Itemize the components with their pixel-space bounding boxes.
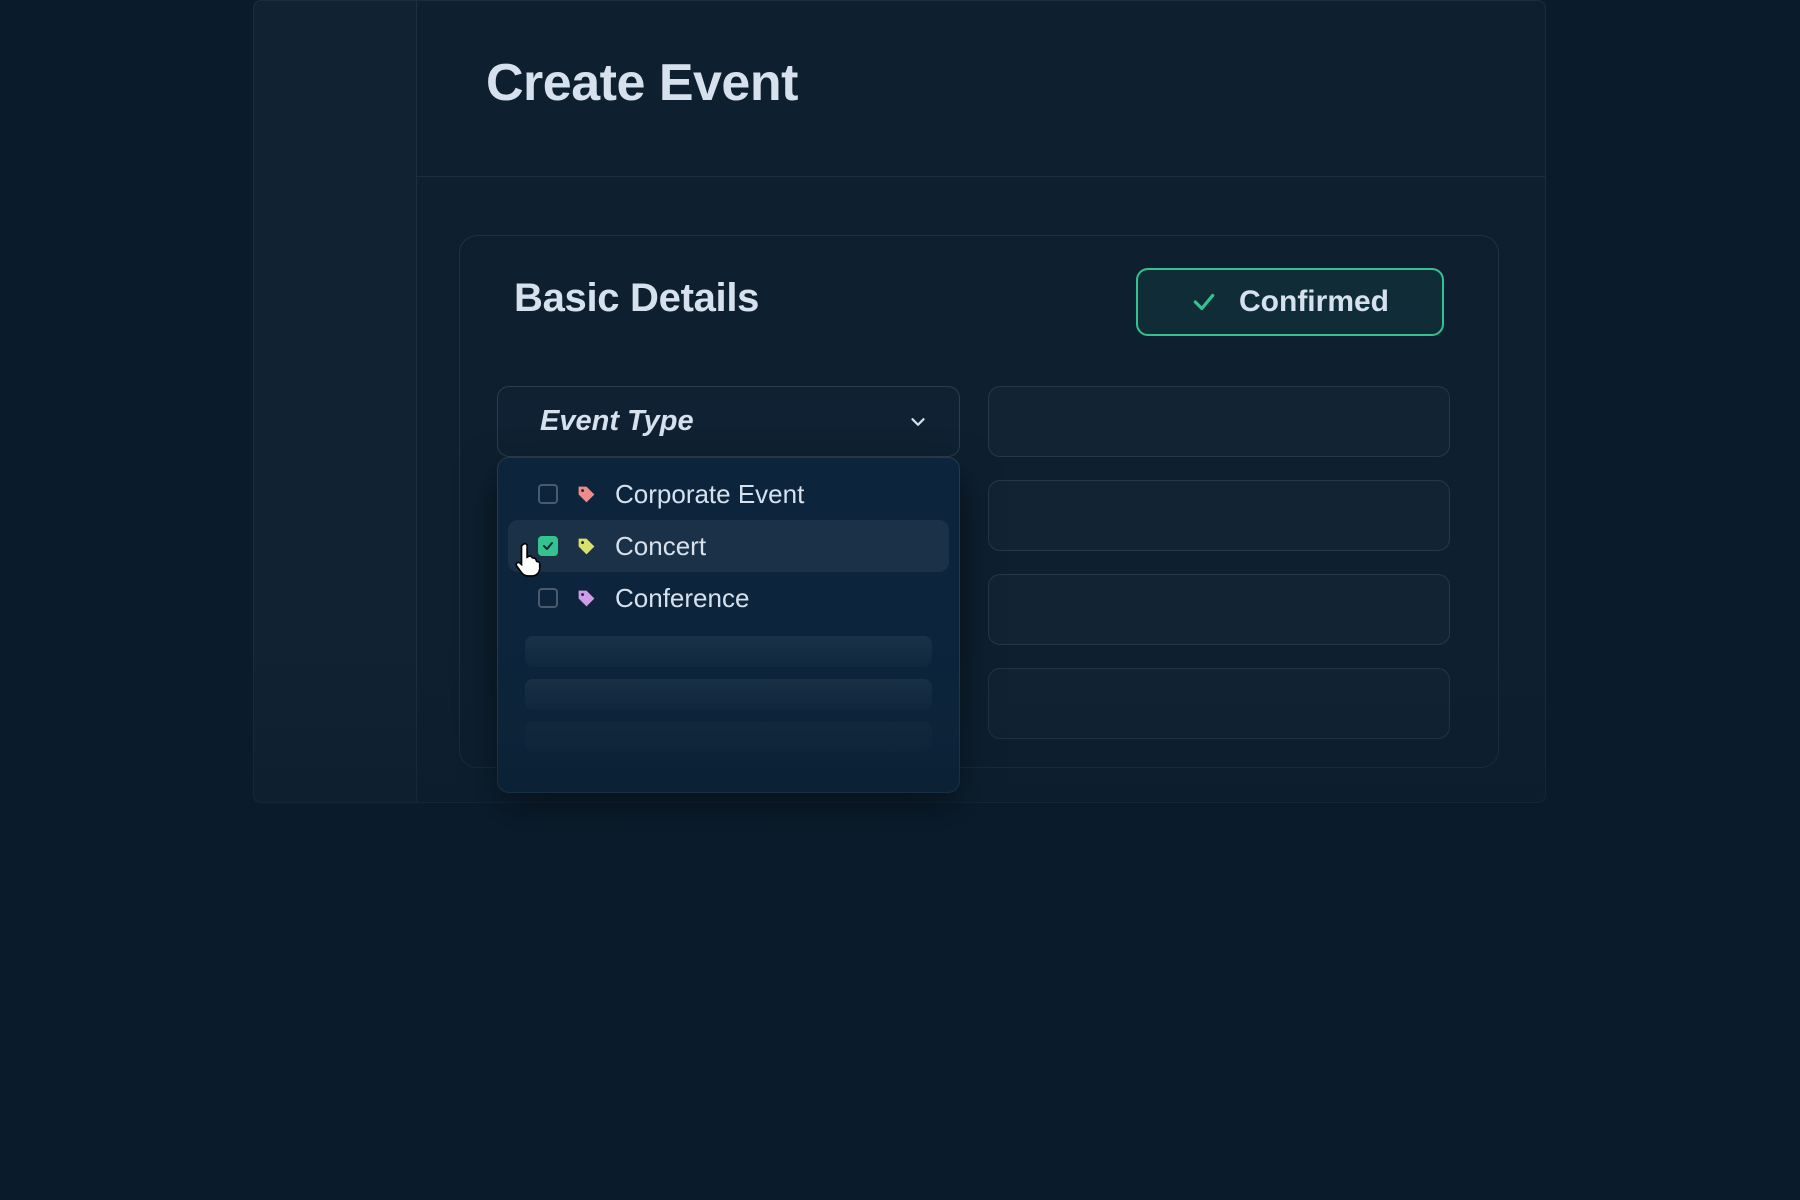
tag-icon: [576, 484, 597, 505]
skeleton-loader: [525, 679, 932, 710]
chevron-down-icon: [907, 411, 929, 433]
check-icon: [1191, 289, 1217, 315]
page-title: Create Event: [486, 53, 798, 113]
event-type-option-concert[interactable]: Concert: [508, 520, 949, 572]
checkbox-icon: [538, 484, 558, 504]
input-placeholder[interactable]: [988, 386, 1450, 457]
basic-details-card: Basic Details Confirmed Event Type Corpo…: [459, 235, 1499, 768]
event-type-select-label: Event Type: [540, 405, 694, 438]
skeleton-loader: [525, 636, 932, 667]
checkbox-icon: [538, 536, 558, 556]
event-type-option-label: Conference: [615, 583, 749, 614]
status-badge-label: Confirmed: [1239, 285, 1389, 319]
input-placeholder[interactable]: [988, 668, 1450, 739]
section-title: Basic Details: [514, 276, 759, 321]
app-window: Create Event Basic Details Confirmed Eve…: [253, 0, 1546, 803]
event-type-option-corporate-event[interactable]: Corporate Event: [508, 468, 949, 520]
event-type-option-label: Corporate Event: [615, 479, 804, 510]
tag-icon: [576, 536, 597, 557]
skeleton-loader: [525, 722, 932, 753]
tag-icon: [576, 588, 597, 609]
event-type-dropdown-list: Corporate Event Concert Conference: [497, 457, 960, 793]
event-type-option-conference[interactable]: Conference: [508, 572, 949, 624]
status-badge-confirmed[interactable]: Confirmed: [1136, 268, 1444, 336]
input-placeholder[interactable]: [988, 574, 1450, 645]
divider: [417, 176, 1545, 177]
checkbox-icon: [538, 588, 558, 608]
input-placeholder[interactable]: [988, 480, 1450, 551]
event-type-option-label: Concert: [615, 531, 706, 562]
sidebar: [254, 1, 417, 802]
event-type-select[interactable]: Event Type: [497, 386, 960, 457]
